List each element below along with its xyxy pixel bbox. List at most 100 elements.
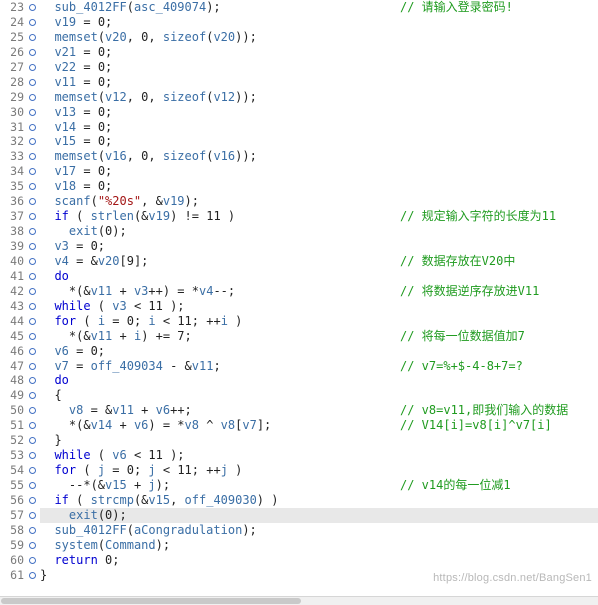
code-line[interactable]: 44 for ( i = 0; i < 11; ++i ) <box>0 314 598 329</box>
code-cell[interactable]: v13 = 0; <box>40 105 598 120</box>
code-cell[interactable]: v15 = 0; <box>40 134 598 149</box>
breakpoint-marker-icon[interactable] <box>29 556 36 564</box>
breakpoint-marker-icon[interactable] <box>29 392 36 400</box>
breakpoint-marker-icon[interactable] <box>29 541 36 549</box>
code-line[interactable]: 33 memset(v16, 0, sizeof(v16)); <box>0 149 598 164</box>
code-line[interactable]: 52 } <box>0 433 598 448</box>
code-line[interactable]: 58 sub_4012FF(aCongradulation); <box>0 523 598 538</box>
breakpoint-marker-icon[interactable] <box>29 153 36 161</box>
breakpoint-marker-icon[interactable] <box>29 362 36 370</box>
code-line[interactable]: 27 v22 = 0; <box>0 60 598 75</box>
code-line[interactable]: 56 if ( strcmp(&v15, off_409030) ) <box>0 493 598 508</box>
code-cell[interactable]: if ( strcmp(&v15, off_409030) ) <box>40 493 598 508</box>
code-line[interactable]: 51 *(&v14 + v6) = *v8 ^ v8[v7]; // V14[i]… <box>0 418 598 433</box>
code-cell[interactable]: v21 = 0; <box>40 45 598 60</box>
code-line[interactable]: 28 v11 = 0; <box>0 75 598 90</box>
code-cell[interactable]: memset(v12, 0, sizeof(v12)); <box>40 90 598 105</box>
breakpoint-marker-icon[interactable] <box>29 437 36 445</box>
code-line[interactable]: 48 do <box>0 373 598 388</box>
code-cell[interactable]: while ( v3 < 11 ); <box>40 299 598 314</box>
code-cell[interactable]: v19 = 0; <box>40 15 598 30</box>
code-cell[interactable]: { <box>40 388 598 403</box>
code-cell[interactable]: while ( v6 < 11 ); <box>40 448 598 463</box>
code-cell[interactable]: v14 = 0; <box>40 120 598 135</box>
code-line[interactable]: 49 { <box>0 388 598 403</box>
code-line[interactable]: 38 exit(0); <box>0 224 598 239</box>
code-line[interactable]: 23 sub_4012FF(asc_409074); // 请输入登录密码! <box>0 0 598 15</box>
code-line[interactable]: 25 memset(v20, 0, sizeof(v20)); <box>0 30 598 45</box>
breakpoint-marker-icon[interactable] <box>29 482 36 489</box>
code-cell[interactable]: v6 = 0; <box>40 344 598 359</box>
code-line[interactable]: 24 v19 = 0; <box>0 15 598 30</box>
code-line[interactable]: 36 scanf("%20s", &v19); <box>0 194 598 209</box>
breakpoint-marker-icon[interactable] <box>29 257 36 265</box>
code-cell[interactable]: v8 = &v11 + v6++; // v8=v11,即我们输入的数据 <box>40 403 598 418</box>
code-cell[interactable]: v3 = 0; <box>40 239 598 254</box>
code-cell[interactable]: do <box>40 373 598 388</box>
breakpoint-marker-icon[interactable] <box>29 93 36 101</box>
code-cell[interactable]: do <box>40 269 598 284</box>
breakpoint-marker-icon[interactable] <box>29 228 36 236</box>
code-line[interactable]: 60 return 0; <box>0 553 598 568</box>
code-cell[interactable]: for ( j = 0; j < 11; ++j ) <box>40 463 598 478</box>
breakpoint-marker-icon[interactable] <box>29 168 36 176</box>
code-cell[interactable]: memset(v20, 0, sizeof(v20)); <box>40 30 598 45</box>
code-line[interactable]: 30 v13 = 0; <box>0 105 598 120</box>
scrollbar-thumb[interactable] <box>1 598 301 604</box>
breakpoint-marker-icon[interactable] <box>29 332 36 340</box>
breakpoint-marker-icon[interactable] <box>29 48 36 56</box>
breakpoint-marker-icon[interactable] <box>29 63 36 71</box>
breakpoint-marker-icon[interactable] <box>29 467 36 475</box>
breakpoint-marker-icon[interactable] <box>29 511 36 519</box>
breakpoint-marker-icon[interactable] <box>29 138 36 146</box>
code-cell[interactable]: v17 = 0; <box>40 164 598 179</box>
code-cell[interactable]: *(&v11 + i) += 7; // 将每一位数据值加7 <box>40 329 598 344</box>
code-cell[interactable]: *(&v14 + v6) = *v8 ^ v8[v7]; // V14[i]=v8… <box>40 418 598 433</box>
breakpoint-marker-icon[interactable] <box>29 452 36 460</box>
breakpoint-marker-icon[interactable] <box>29 78 36 86</box>
breakpoint-marker-icon[interactable] <box>29 108 36 116</box>
code-cell[interactable]: *(&v11 + v3++) = *v4--; // 将数据逆序存放进V11 <box>40 284 598 299</box>
code-line[interactable]: 55 --*(&v15 + j); // v14的每一位减1 <box>0 478 598 493</box>
breakpoint-marker-icon[interactable] <box>29 123 36 131</box>
code-cell[interactable]: sub_4012FF(aCongradulation); <box>40 523 598 538</box>
breakpoint-marker-icon[interactable] <box>29 243 36 250</box>
code-line[interactable]: 34 v17 = 0; <box>0 164 598 179</box>
breakpoint-marker-icon[interactable] <box>29 571 36 579</box>
breakpoint-marker-icon[interactable] <box>29 317 36 325</box>
code-line[interactable]: 37 if ( strlen(&v19) != 11 ) // 规定输入字符的长度… <box>0 209 598 224</box>
code-cell[interactable]: exit(0); <box>40 507 598 523</box>
code-line[interactable]: 50 v8 = &v11 + v6++; // v8=v11,即我们输入的数据 <box>0 403 598 418</box>
code-line[interactable]: 59 system(Command); <box>0 538 598 553</box>
breakpoint-marker-icon[interactable] <box>29 302 36 310</box>
code-line[interactable]: 42 *(&v11 + v3++) = *v4--; // 将数据逆序存放进V11 <box>0 284 598 299</box>
code-line[interactable]: 46 v6 = 0; <box>0 344 598 359</box>
breakpoint-marker-icon[interactable] <box>29 526 36 534</box>
code-line[interactable]: 26 v21 = 0; <box>0 45 598 60</box>
code-line[interactable]: 53 while ( v6 < 11 ); <box>0 448 598 463</box>
breakpoint-marker-icon[interactable] <box>29 272 36 280</box>
code-cell[interactable]: v11 = 0; <box>40 75 598 90</box>
code-cell[interactable]: scanf("%20s", &v19); <box>40 194 598 209</box>
code-cell[interactable]: } <box>40 433 598 448</box>
code-cell[interactable]: v22 = 0; <box>40 60 598 75</box>
code-line[interactable]: 40 v4 = &v20[9]; // 数据存放在V20中 <box>0 254 598 269</box>
code-line[interactable]: 54 for ( j = 0; j < 11; ++j ) <box>0 463 598 478</box>
code-cell[interactable]: v18 = 0; <box>40 179 598 194</box>
code-cell[interactable]: v4 = &v20[9]; // 数据存放在V20中 <box>40 254 598 269</box>
code-line[interactable]: 29 memset(v12, 0, sizeof(v12)); <box>0 90 598 105</box>
code-cell[interactable]: sub_4012FF(asc_409074); // 请输入登录密码! <box>40 0 598 15</box>
breakpoint-marker-icon[interactable] <box>29 198 36 206</box>
code-cell[interactable]: exit(0); <box>40 224 598 239</box>
code-cell[interactable]: system(Command); <box>40 538 598 553</box>
code-line[interactable]: 41 do <box>0 269 598 284</box>
breakpoint-marker-icon[interactable] <box>29 422 36 430</box>
code-cell[interactable]: --*(&v15 + j); // v14的每一位减1 <box>40 478 598 493</box>
breakpoint-marker-icon[interactable] <box>29 407 36 415</box>
breakpoint-marker-icon[interactable] <box>29 18 36 26</box>
code-cell[interactable]: return 0; <box>40 553 598 568</box>
breakpoint-marker-icon[interactable] <box>29 496 36 504</box>
code-line[interactable]: 47 v7 = off_409034 - &v11; // v7=%+$-4-8+… <box>0 359 598 374</box>
code-line[interactable]: 32 v15 = 0; <box>0 134 598 149</box>
horizontal-scrollbar[interactable] <box>0 596 598 605</box>
